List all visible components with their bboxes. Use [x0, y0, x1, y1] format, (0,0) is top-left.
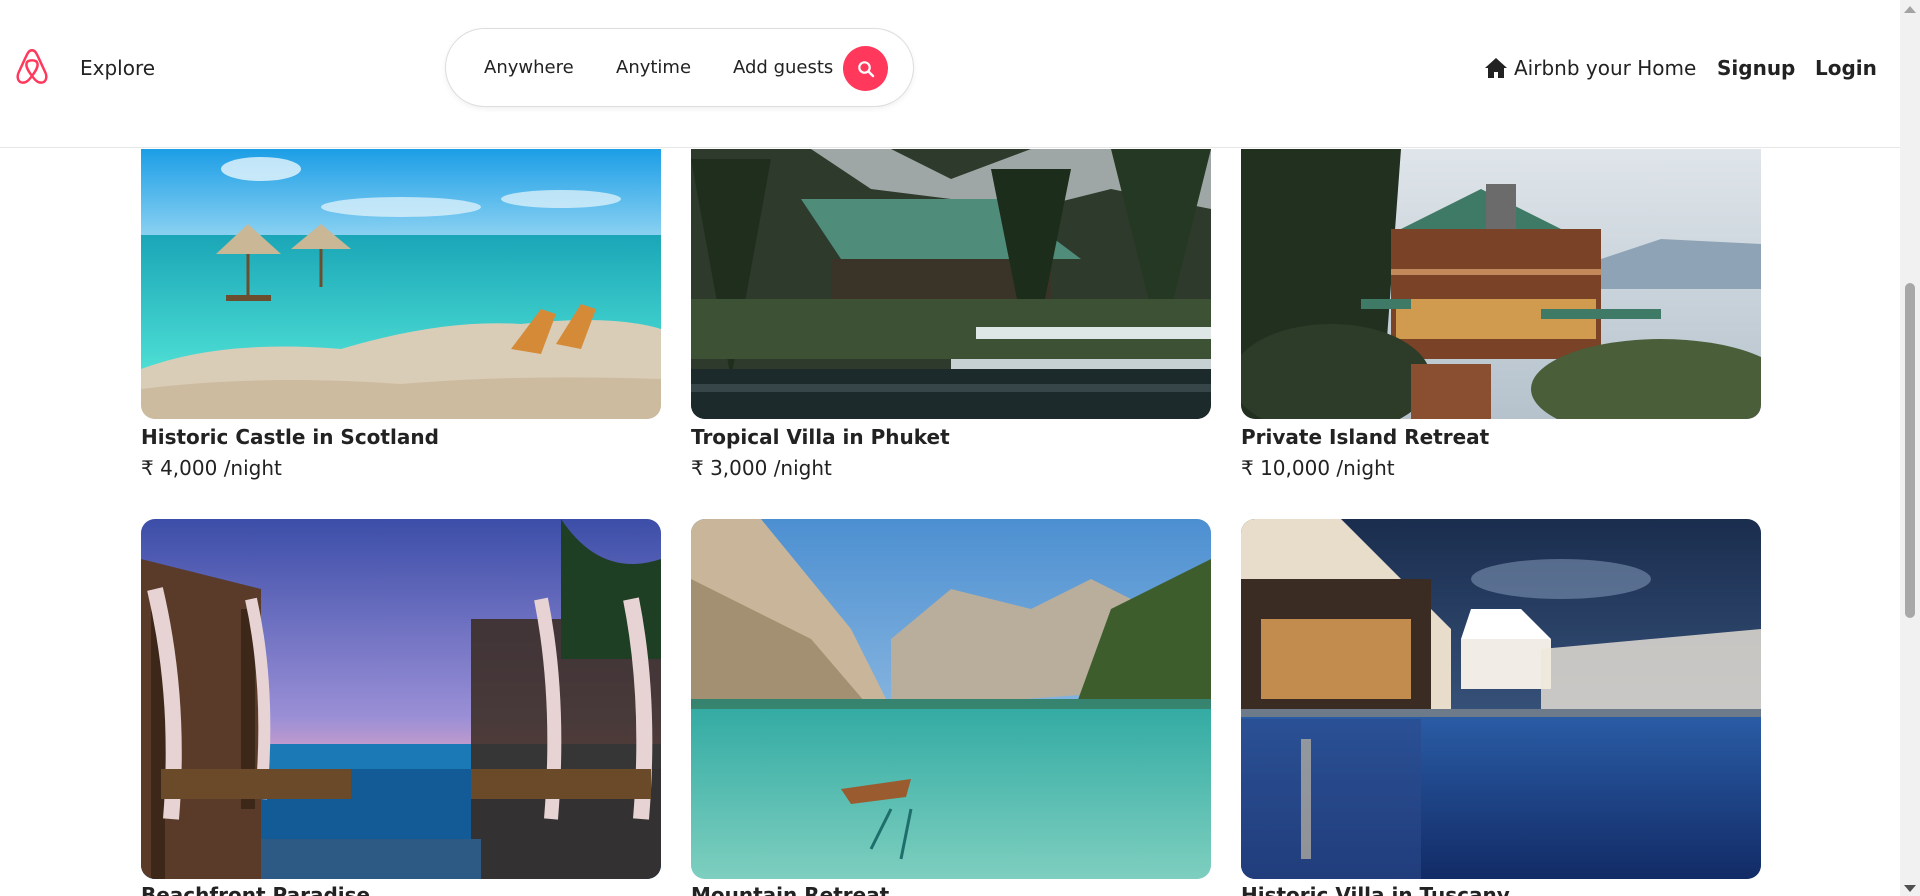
- search-bar[interactable]: Anywhere Anytime Add guests: [445, 28, 914, 107]
- listing-title: Beachfront Paradise: [141, 883, 371, 896]
- vertical-scrollbar[interactable]: [1900, 0, 1920, 896]
- listing-card[interactable]: Tropical Villa in Phuket ₹ 3,000 /night: [691, 149, 1211, 480]
- listing-photo: [1241, 519, 1761, 879]
- listing-card[interactable]: Historic Villa in Tuscany: [1241, 519, 1761, 896]
- listing-card[interactable]: Beachfront Paradise: [141, 519, 661, 896]
- listing-title: Historic Villa in Tuscany: [1241, 883, 1510, 896]
- airbnb-logo-icon[interactable]: [14, 48, 50, 86]
- scroll-down-arrow-icon[interactable]: [1904, 885, 1916, 892]
- listing-card[interactable]: Historic Castle in Scotland ₹ 4,000 /nig…: [141, 149, 661, 480]
- login-link[interactable]: Login: [1815, 56, 1877, 80]
- signup-link[interactable]: Signup: [1717, 56, 1795, 80]
- search-button[interactable]: [843, 46, 888, 91]
- host-link-label: Airbnb your Home: [1514, 56, 1697, 80]
- top-navbar: Explore Anywhere Anytime Add guests Airb…: [0, 0, 1900, 148]
- scrollbar-thumb[interactable]: [1905, 283, 1915, 618]
- listing-price: ₹ 10,000 /night: [1241, 456, 1395, 480]
- search-icon: [857, 60, 874, 77]
- airbnb-your-home-link[interactable]: Airbnb your Home: [1484, 56, 1696, 80]
- listing-photo: [141, 519, 661, 879]
- listing-photo: [1241, 149, 1761, 419]
- listing-title: Private Island Retreat: [1241, 425, 1490, 449]
- explore-link[interactable]: Explore: [80, 56, 155, 80]
- listing-card[interactable]: Private Island Retreat ₹ 10,000 /night: [1241, 149, 1761, 480]
- search-add-guests[interactable]: Add guests: [733, 57, 833, 78]
- listing-price: ₹ 3,000 /night: [691, 456, 832, 480]
- home-icon: [1485, 58, 1507, 78]
- listing-photo: [141, 149, 661, 419]
- search-anywhere[interactable]: Anywhere: [484, 57, 574, 78]
- listing-photo: [691, 149, 1211, 419]
- listing-card[interactable]: Mountain Retreat: [691, 519, 1211, 896]
- scroll-up-arrow-icon[interactable]: [1904, 6, 1916, 13]
- listing-price: ₹ 4,000 /night: [141, 456, 282, 480]
- listing-photo: [691, 519, 1211, 879]
- search-anytime[interactable]: Anytime: [616, 57, 691, 78]
- listing-title: Mountain Retreat: [691, 883, 890, 896]
- listing-title: Historic Castle in Scotland: [141, 425, 439, 449]
- listing-title: Tropical Villa in Phuket: [691, 425, 950, 449]
